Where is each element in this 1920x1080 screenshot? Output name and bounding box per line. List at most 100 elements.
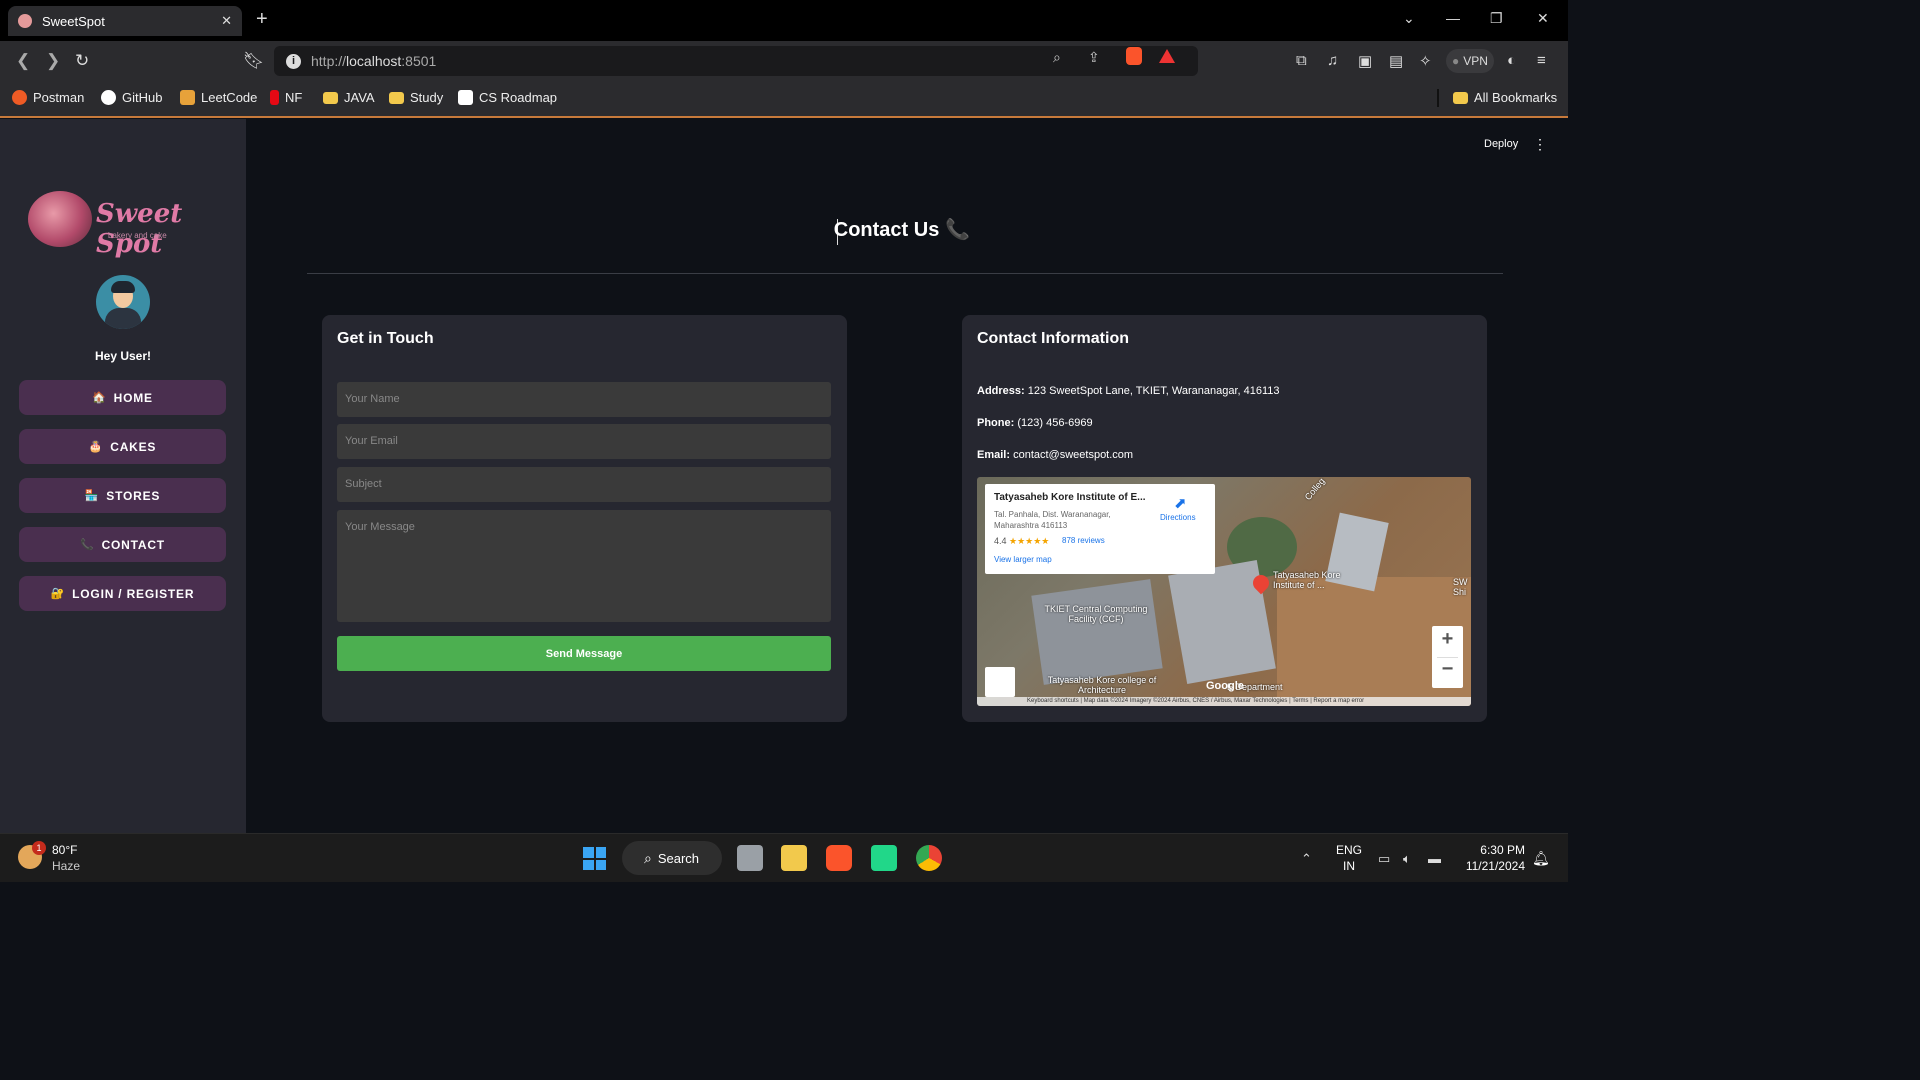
system-clock[interactable]: 6:30 PM 11/21/2024	[1459, 842, 1525, 874]
bookmark-all-bookmarks[interactable]: All Bookmarks	[1453, 90, 1557, 105]
close-window-button[interactable]: ✕	[1537, 10, 1549, 27]
info-heading: Contact Information	[977, 330, 1129, 347]
more-options-icon[interactable]: ⋮	[1533, 136, 1547, 153]
view-larger-map-link[interactable]: View larger map	[994, 555, 1052, 564]
windows-start-icon[interactable]	[583, 847, 606, 870]
email-value: contact@sweetspot.com	[1013, 449, 1134, 461]
bookmarks-bar: Postman GitHub LeetCode NF JAVA Study CS…	[0, 81, 1568, 118]
bookmark-github[interactable]: GitHub	[101, 90, 162, 105]
file-explorer-icon[interactable]	[781, 845, 807, 871]
subject-input[interactable]: Subject	[337, 467, 831, 502]
logo-name: Sweet Spot	[96, 199, 183, 259]
windows-taskbar: 1 80°F Haze ⌕ Search ⌃ ENG IN ▭ 🔈︎ ▬ 6:30 …	[0, 833, 1568, 882]
bookmark-folder-study[interactable]: Study	[389, 90, 443, 105]
forward-button[interactable]: ❯	[46, 51, 60, 71]
message-textarea[interactable]: Your Message	[337, 510, 831, 622]
zoom-in-button[interactable]: +	[1432, 628, 1463, 651]
close-tab-icon[interactable]: ✕	[221, 13, 232, 29]
brave-shields-icon[interactable]	[1126, 47, 1142, 65]
deploy-button[interactable]: Deploy	[1484, 138, 1518, 150]
phone-icon: 📞	[945, 219, 971, 241]
menu-icon[interactable]: ≡	[1537, 52, 1546, 69]
site-info-icon[interactable]: i	[286, 53, 301, 69]
greeting: Hey User!	[94, 349, 152, 363]
zoom-icon[interactable]: ⌕	[1053, 49, 1061, 66]
nav-label: HOME	[113, 390, 153, 405]
phone-icon: 📞	[80, 539, 95, 551]
nav-label: CONTACT	[101, 537, 165, 552]
nav-home-button[interactable]: 🏠 HOME	[19, 380, 226, 415]
logo-cake-icon	[28, 191, 92, 247]
zoom-out-button[interactable]: −	[1432, 658, 1463, 681]
network-icon[interactable]: ▭	[1378, 851, 1390, 867]
google-map-embed[interactable]: Tatyasaheb Kore Institute of ... TKIET C…	[977, 477, 1471, 706]
share-icon[interactable]: ⇪	[1088, 49, 1100, 66]
email-input[interactable]: Your Email	[337, 424, 831, 459]
bookmark-folder-java[interactable]: JAVA	[323, 90, 375, 105]
phone-value: (123) 456-6969	[1017, 417, 1093, 429]
place-title: Tatyasaheb Kore Institute of E...	[994, 492, 1146, 503]
sidebar-toggle-icon[interactable]: ▣	[1358, 52, 1372, 70]
reload-button[interactable]: ↻	[75, 51, 89, 71]
tab-sweetspot[interactable]: SweetSpot ✕	[8, 6, 242, 36]
bookmark-leetcode[interactable]: LeetCode	[180, 90, 257, 105]
bookmark-postman[interactable]: Postman	[12, 90, 84, 105]
folder-icon	[1453, 91, 1468, 104]
new-tab-button[interactable]: +	[256, 8, 268, 31]
volume-icon[interactable]: 🔈︎	[1403, 851, 1411, 867]
place-rating: 4.4 ★★★★★	[994, 536, 1050, 546]
email-line: Email: contact@sweetspot.com	[977, 449, 1134, 461]
pycharm-icon[interactable]	[871, 845, 897, 871]
directions-icon[interactable]: ⬈	[1174, 494, 1187, 512]
roadmap-icon	[458, 90, 473, 105]
form-heading: Get in Touch	[337, 330, 434, 347]
minimize-button[interactable]: —	[1446, 10, 1460, 26]
notification-bell-icon[interactable]: 🔔︎	[1532, 850, 1550, 867]
send-message-button[interactable]: Send Message	[337, 636, 831, 671]
rating-stars-icon: ★★★★★	[1009, 536, 1050, 546]
back-button[interactable]: ❮	[16, 51, 30, 71]
page-title-text: Contact Us	[833, 219, 940, 241]
store-icon: 🏪	[84, 490, 100, 502]
bookmark-icon[interactable]: 🔖︎	[243, 51, 265, 71]
brave-browser-icon[interactable]	[826, 845, 852, 871]
weather-temp: 80°F	[52, 843, 78, 857]
nav-login-register-button[interactable]: 🔐 LOGIN / REGISTER	[19, 576, 226, 611]
url-port: :8501	[401, 53, 437, 69]
vpn-button[interactable]: ● VPN	[1446, 49, 1494, 73]
name-input[interactable]: Your Name	[337, 382, 831, 417]
street-view-pegman-icon[interactable]	[985, 667, 1015, 697]
browser-tab-bar: SweetSpot ✕ + ⌄ — ❐ ✕	[0, 0, 1568, 41]
phone-line: Phone: (123) 456-6969	[977, 417, 1093, 429]
maximize-button[interactable]: ❐	[1490, 10, 1503, 27]
address-value: 123 SweetSpot Lane, TKIET, Warananagar, …	[1027, 385, 1280, 397]
notification-badge: 1	[32, 841, 46, 855]
contact-info-card: Contact Information Address: 123 SweetSp…	[962, 315, 1487, 722]
battery-icon[interactable]: ▬	[1428, 851, 1441, 866]
map-label-institute: Tatyasaheb Kore Institute of ...	[1273, 570, 1341, 590]
leo-ai-icon[interactable]: ✧	[1419, 52, 1432, 70]
nav-stores-button[interactable]: 🏪 STORES	[19, 478, 226, 513]
directions-link[interactable]: Directions	[1160, 513, 1196, 522]
extensions-icon[interactable]: ⧉	[1296, 52, 1307, 69]
show-hidden-icons-chevron-icon[interactable]: ⌃	[1301, 851, 1312, 867]
language-indicator[interactable]: ENG IN	[1336, 842, 1362, 874]
profile-icon[interactable]: ◐	[1507, 52, 1516, 69]
url-scheme: http://	[311, 53, 347, 69]
weather-desc: Haze	[52, 859, 81, 873]
reviews-link[interactable]: 878 reviews	[1062, 536, 1105, 545]
bookmark-nf[interactable]: NF	[270, 90, 302, 105]
nav-cakes-button[interactable]: 🎂 CAKES	[19, 429, 226, 464]
media-icon[interactable]: ♫	[1327, 52, 1338, 69]
taskbar-search[interactable]: ⌕ Search	[622, 841, 722, 875]
map-label-architecture: Tatyasaheb Kore college of Architecture	[1047, 675, 1157, 695]
brave-rewards-icon[interactable]	[1159, 49, 1175, 63]
bookmark-cs-roadmap[interactable]: CS Roadmap	[458, 90, 557, 105]
task-view-icon[interactable]	[737, 845, 763, 871]
chrome-icon[interactable]	[916, 845, 942, 871]
nav-contact-button[interactable]: 📞 CONTACT	[19, 527, 226, 562]
bookmarks-divider	[1437, 89, 1439, 107]
wallet-icon[interactable]: ▤	[1389, 52, 1403, 70]
main-content: Deploy ⋮ Contact Us 📞 Get in Touch Your N…	[246, 119, 1568, 833]
tab-list-chevron-icon[interactable]: ⌄	[1403, 10, 1415, 27]
